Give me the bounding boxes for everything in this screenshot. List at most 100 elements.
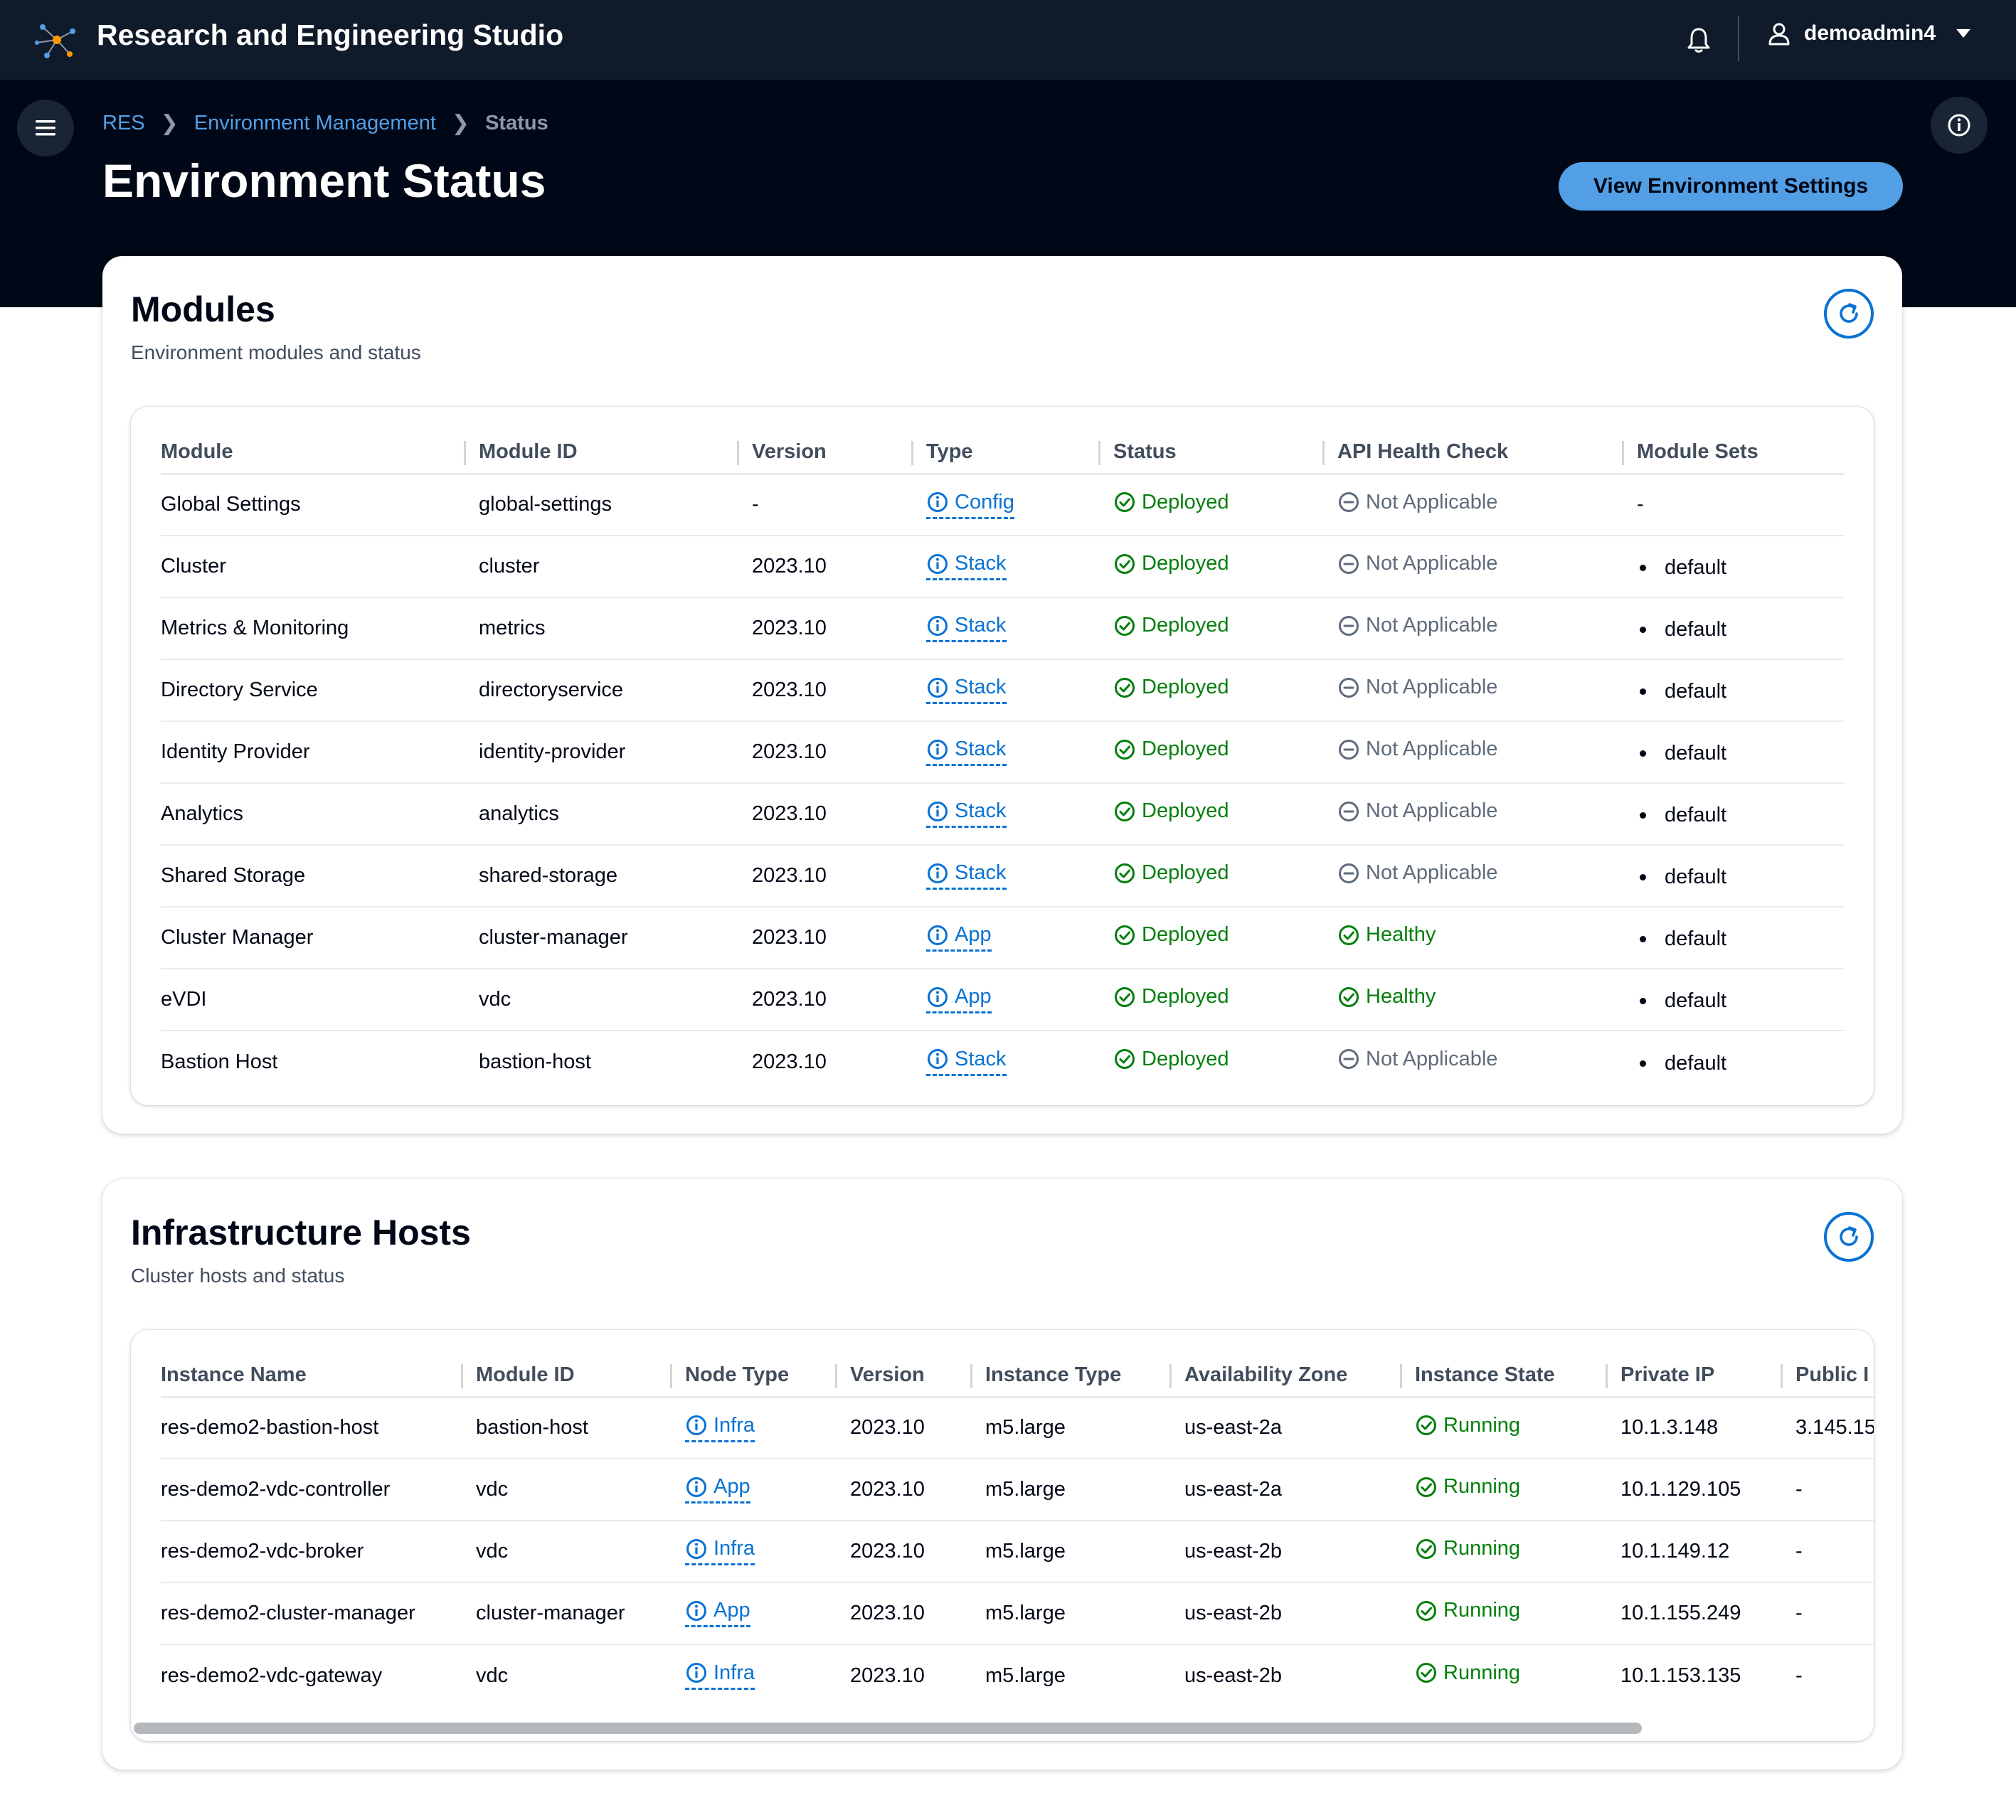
module-version: 2023.10	[752, 617, 827, 639]
type-popover-link[interactable]: App	[926, 985, 992, 1014]
cell-module-id: metrics	[479, 597, 752, 660]
cell-node-type[interactable]: App	[685, 1459, 850, 1521]
cell-health: Not Applicable	[1337, 474, 1637, 536]
column-header[interactable]: Instance State	[1415, 1354, 1620, 1398]
modules-refresh-button[interactable]	[1824, 289, 1874, 339]
module-set-label: default	[1665, 866, 1727, 888]
user-menu[interactable]: demoadmin4	[1767, 21, 1973, 46]
node-type-popover-link[interactable]: Infra	[685, 1537, 755, 1566]
module-set-item: default	[1637, 927, 1726, 951]
check-circle-icon	[1115, 863, 1135, 883]
cell-node-type[interactable]: Infra	[685, 1644, 850, 1706]
availability-zone: us-east-2a	[1184, 1416, 1283, 1439]
cell-type[interactable]: Stack	[926, 783, 1113, 846]
type-popover-link[interactable]: Stack	[926, 1048, 1007, 1076]
column-header[interactable]: Type	[926, 431, 1113, 475]
cell-type[interactable]: Config	[926, 474, 1113, 536]
cell-type[interactable]: Stack	[926, 721, 1113, 784]
cell-instance-state: Running	[1415, 1397, 1620, 1459]
help-panel-toggle[interactable]	[1931, 97, 1988, 154]
scrollbar-thumb[interactable]	[134, 1723, 1642, 1734]
availability-zone: us-east-2a	[1184, 1478, 1283, 1501]
column-header[interactable]: API Health Check	[1337, 431, 1637, 475]
type-popover-link[interactable]: Stack	[926, 861, 1007, 890]
column-header[interactable]: Module ID	[479, 431, 752, 475]
cell-type[interactable]: Stack	[926, 659, 1113, 722]
check-circle-icon	[1115, 801, 1135, 821]
modules-title: Modules	[131, 289, 275, 329]
topbar-divider	[1738, 16, 1739, 61]
public-ip: -	[1795, 1540, 1803, 1563]
hosts-refresh-button[interactable]	[1824, 1212, 1874, 1262]
bell-icon[interactable]	[1685, 26, 1713, 54]
cell-type[interactable]: Stack	[926, 597, 1113, 660]
private-ip: 10.1.129.105	[1620, 1478, 1741, 1501]
column-header[interactable]: Status	[1113, 431, 1337, 475]
private-ip: 10.1.153.135	[1620, 1664, 1741, 1687]
cell-node-type[interactable]: Infra	[685, 1521, 850, 1583]
column-header[interactable]: Instance Type	[985, 1354, 1184, 1398]
column-header[interactable]: Instance Name	[161, 1354, 476, 1398]
node-type-popover-link[interactable]: Infra	[685, 1414, 755, 1442]
cell-type[interactable]: Stack	[926, 1031, 1113, 1092]
info-icon	[686, 1538, 706, 1559]
table-row: res-demo2-bastion-host bastion-host Infra 2…	[161, 1397, 1874, 1459]
cell-module-id: global-settings	[479, 474, 752, 536]
minus-circle-icon	[1339, 863, 1359, 883]
module-id: shared-storage	[479, 864, 618, 887]
type-label: App	[955, 923, 992, 947]
cell-version: 2023.10	[752, 783, 926, 846]
module-id: global-settings	[479, 493, 612, 516]
node-type-popover-link[interactable]: Infra	[685, 1661, 755, 1690]
type-label: Config	[955, 490, 1014, 513]
type-popover-link[interactable]: Config	[926, 491, 1014, 519]
status-label: Deployed	[1142, 799, 1229, 823]
type-popover-link[interactable]: Stack	[926, 552, 1007, 581]
cell-module: Cluster	[161, 536, 479, 598]
cell-status: Deployed	[1113, 907, 1337, 969]
column-header[interactable]: Module Sets	[1637, 431, 1844, 475]
type-popover-link[interactable]: Stack	[926, 738, 1007, 767]
column-header[interactable]: Availability Zone	[1184, 1354, 1415, 1398]
health-indicator: Not Applicable	[1337, 614, 1497, 637]
cell-type[interactable]: Stack	[926, 845, 1113, 908]
type-popover-link[interactable]: Stack	[926, 676, 1007, 705]
module-id: directoryservice	[479, 678, 624, 701]
cell-node-type[interactable]: Infra	[685, 1397, 850, 1459]
type-popover-link[interactable]: Stack	[926, 614, 1007, 643]
column-header[interactable]: Module ID	[476, 1354, 685, 1398]
column-header[interactable]: Module	[161, 431, 479, 475]
breadcrumb-environment-management[interactable]: Environment Management	[194, 112, 436, 135]
health-indicator: Not Applicable	[1337, 738, 1497, 761]
cell-status: Deployed	[1113, 474, 1337, 536]
view-environment-settings-button[interactable]: View Environment Settings	[1559, 162, 1903, 211]
horizontal-scrollbar[interactable]	[134, 1723, 1869, 1734]
column-header[interactable]: Private IP	[1620, 1354, 1795, 1398]
network-nodes-icon[interactable]	[33, 16, 81, 64]
node-type-popover-link[interactable]: App	[685, 1475, 750, 1504]
cell-module-sets: default	[1637, 536, 1844, 598]
node-type-popover-link[interactable]: App	[685, 1599, 750, 1628]
type-popover-link[interactable]: Stack	[926, 799, 1007, 829]
cell-type[interactable]: App	[926, 969, 1113, 1031]
breadcrumb-res[interactable]: RES	[102, 112, 145, 135]
check-circle-icon	[1339, 925, 1359, 945]
type-popover-link[interactable]: App	[926, 923, 992, 952]
side-navigation-toggle[interactable]	[17, 100, 74, 156]
column-header[interactable]: Version	[850, 1354, 985, 1398]
top-navigation: Research and Engineering Studio demoadmi…	[0, 0, 2016, 80]
instance-name: res-demo2-vdc-broker	[161, 1540, 364, 1563]
module-set-item: default	[1637, 989, 1726, 1013]
health-indicator: Healthy	[1337, 923, 1436, 947]
column-header[interactable]: Version	[752, 431, 926, 475]
cell-type[interactable]: App	[926, 907, 1113, 969]
cell-type[interactable]: Stack	[926, 536, 1113, 598]
chevron-right-icon: ❯	[160, 112, 179, 135]
instance-state-label: Running	[1443, 1599, 1521, 1622]
cell-node-type[interactable]: App	[685, 1582, 850, 1645]
availability-zone: us-east-2b	[1184, 1664, 1283, 1687]
app-title[interactable]: Research and Engineering Studio	[97, 18, 563, 52]
column-header[interactable]: Public I	[1795, 1354, 1874, 1398]
page-title: Environment Status	[102, 154, 546, 207]
column-header[interactable]: Node Type	[685, 1354, 850, 1398]
